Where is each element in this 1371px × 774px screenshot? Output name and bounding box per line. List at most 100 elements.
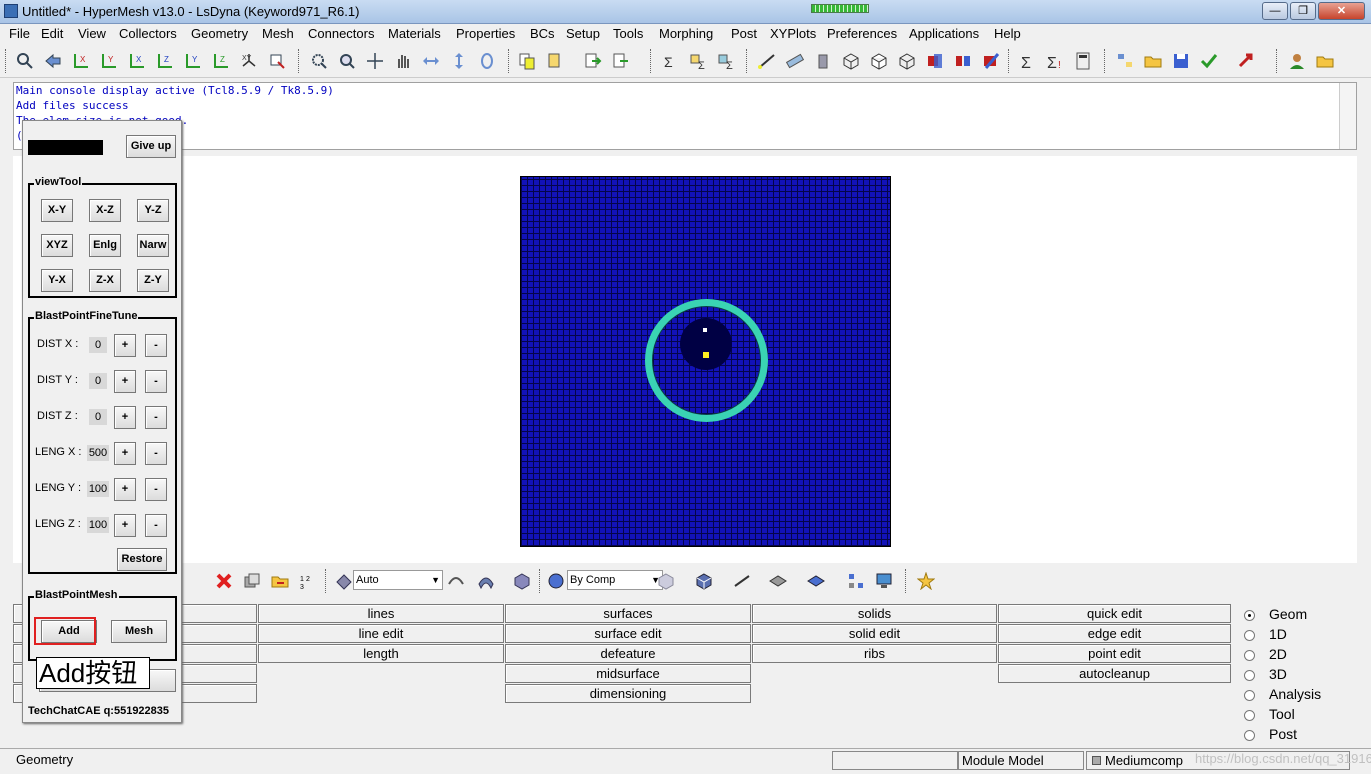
organize-icon[interactable] bbox=[269, 570, 291, 592]
give-up-button[interactable]: Give up bbox=[126, 135, 176, 158]
geom-shaded-icon[interactable] bbox=[475, 570, 497, 592]
save-icon[interactable] bbox=[1170, 50, 1192, 72]
menu-help[interactable]: Help bbox=[994, 26, 1021, 41]
solid-display-icon[interactable] bbox=[511, 570, 533, 592]
close-button[interactable]: ✕ bbox=[1318, 2, 1365, 20]
axis-zx-icon[interactable]: Z bbox=[154, 50, 176, 72]
view-xy-button[interactable]: X-Y bbox=[41, 199, 73, 222]
radio-1d[interactable]: 1D bbox=[1244, 626, 1344, 646]
menu-applications[interactable]: Applications bbox=[909, 26, 979, 41]
menu-post[interactable]: Post bbox=[731, 26, 757, 41]
ruler-icon[interactable] bbox=[784, 50, 806, 72]
leng-y-plus-button[interactable]: + bbox=[114, 478, 136, 501]
leng-y-minus-button[interactable]: - bbox=[145, 478, 167, 501]
dimensioning-button[interactable]: dimensioning bbox=[505, 684, 751, 703]
menu-setup[interactable]: Setup bbox=[566, 26, 600, 41]
menu-bcs[interactable]: BCs bbox=[530, 26, 555, 41]
view-zy-button[interactable]: Z-Y bbox=[137, 269, 169, 292]
radio-2d[interactable]: 2D bbox=[1244, 646, 1344, 666]
pan-icon[interactable] bbox=[364, 50, 386, 72]
section-cut-icon[interactable] bbox=[924, 50, 946, 72]
elem-mesh-icon[interactable] bbox=[693, 570, 715, 592]
hand-icon[interactable] bbox=[392, 50, 414, 72]
measure-line-icon[interactable] bbox=[756, 50, 778, 72]
cube-hidden-icon[interactable] bbox=[868, 50, 890, 72]
zoom-window-icon[interactable] bbox=[308, 50, 330, 72]
cube-shaded-icon[interactable] bbox=[896, 50, 918, 72]
geom-wireframe-icon[interactable] bbox=[445, 570, 467, 592]
point-edit-button[interactable]: point edit bbox=[998, 644, 1231, 663]
radio-geom[interactable]: Geom bbox=[1244, 606, 1344, 626]
cube-wire-icon[interactable] bbox=[840, 50, 862, 72]
radio-tool[interactable]: Tool bbox=[1244, 706, 1344, 726]
sum-entities-icon[interactable]: Σ bbox=[660, 50, 682, 72]
midsurface-button[interactable]: midsurface bbox=[505, 664, 751, 683]
leng-z-minus-button[interactable]: - bbox=[145, 514, 167, 537]
sum-faces-icon[interactable]: Σ bbox=[688, 50, 710, 72]
axis-x-icon[interactable]: X bbox=[70, 50, 92, 72]
solids-button[interactable]: solids bbox=[752, 604, 997, 623]
axis-zy-icon[interactable]: Z bbox=[210, 50, 232, 72]
by-comp-icon[interactable] bbox=[545, 570, 567, 592]
menu-file[interactable]: File bbox=[9, 26, 30, 41]
menu-properties[interactable]: Properties bbox=[456, 26, 515, 41]
dist-y-minus-button[interactable]: - bbox=[145, 370, 167, 393]
dist-x-plus-button[interactable]: + bbox=[114, 334, 136, 357]
ribs-button[interactable]: ribs bbox=[752, 644, 997, 663]
menu-connectors[interactable]: Connectors bbox=[308, 26, 374, 41]
menu-edit[interactable]: Edit bbox=[41, 26, 63, 41]
view-zx-button[interactable]: Z-X bbox=[89, 269, 121, 292]
user-folder-icon[interactable] bbox=[1314, 50, 1336, 72]
mirror-icon[interactable] bbox=[952, 50, 974, 72]
view-save-icon[interactable] bbox=[266, 50, 288, 72]
elem-plane-shaded-icon[interactable] bbox=[805, 570, 827, 592]
menu-view[interactable]: View bbox=[78, 26, 106, 41]
element-color-select[interactable]: By Comp ▼ bbox=[567, 570, 663, 590]
solid-edit-button[interactable]: solid edit bbox=[752, 624, 997, 643]
zoom-fit-icon[interactable] bbox=[336, 50, 358, 72]
geometry-color-select[interactable]: Auto ▼ bbox=[353, 570, 443, 590]
view-yz-button[interactable]: Y-Z bbox=[137, 199, 169, 222]
enlarge-button[interactable]: Enlg bbox=[89, 234, 121, 257]
edge-edit-button[interactable]: edge edit bbox=[998, 624, 1231, 643]
leng-z-plus-button[interactable]: + bbox=[114, 514, 136, 537]
leng-x-plus-button[interactable]: + bbox=[114, 442, 136, 465]
check-tools-icon[interactable] bbox=[1198, 50, 1220, 72]
explode-icon[interactable] bbox=[845, 570, 867, 592]
elem-shaded-icon[interactable] bbox=[655, 570, 677, 592]
clip-icon[interactable] bbox=[980, 50, 1002, 72]
sum-elements-icon[interactable]: Σ bbox=[716, 50, 738, 72]
line-edit-button[interactable]: line edit bbox=[258, 624, 504, 643]
spin-icon[interactable] bbox=[476, 50, 498, 72]
view-yx-button[interactable]: Y-X bbox=[41, 269, 73, 292]
back-arrow-icon[interactable] bbox=[42, 50, 64, 72]
mask-icon[interactable] bbox=[241, 570, 263, 592]
menu-materials[interactable]: Materials bbox=[388, 26, 441, 41]
calculator-icon[interactable] bbox=[1072, 50, 1094, 72]
console-scrollbar[interactable] bbox=[1339, 83, 1356, 149]
import-icon[interactable] bbox=[610, 50, 632, 72]
paste-entity-icon[interactable] bbox=[544, 50, 566, 72]
elem-line-icon[interactable] bbox=[731, 570, 753, 592]
renumber-icon[interactable]: 123 bbox=[297, 570, 319, 592]
rotate-vertical-icon[interactable] bbox=[448, 50, 470, 72]
defeature-button[interactable]: defeature bbox=[505, 644, 751, 663]
surface-edit-button[interactable]: surface edit bbox=[505, 624, 751, 643]
restore-button[interactable]: Restore bbox=[117, 548, 167, 571]
narrow-button[interactable]: Narw bbox=[137, 234, 169, 257]
menu-tools[interactable]: Tools bbox=[613, 26, 643, 41]
quick-edit-button[interactable]: quick edit bbox=[998, 604, 1231, 623]
length-button[interactable]: length bbox=[258, 644, 504, 663]
menu-morphing[interactable]: Morphing bbox=[659, 26, 713, 41]
maximize-button[interactable]: ❐ bbox=[1290, 2, 1316, 20]
delete-icon[interactable] bbox=[213, 570, 235, 592]
star-icon[interactable] bbox=[915, 570, 937, 592]
mesh-button[interactable]: Mesh bbox=[111, 620, 167, 643]
dist-x-minus-button[interactable]: - bbox=[145, 334, 167, 357]
view-xyz-button[interactable]: XYZ bbox=[41, 234, 73, 257]
autocleanup-button[interactable]: autocleanup bbox=[998, 664, 1231, 683]
open-folder-icon[interactable] bbox=[1142, 50, 1164, 72]
copy-entity-icon[interactable] bbox=[516, 50, 538, 72]
export-icon[interactable] bbox=[582, 50, 604, 72]
monitor-icon[interactable] bbox=[873, 570, 895, 592]
